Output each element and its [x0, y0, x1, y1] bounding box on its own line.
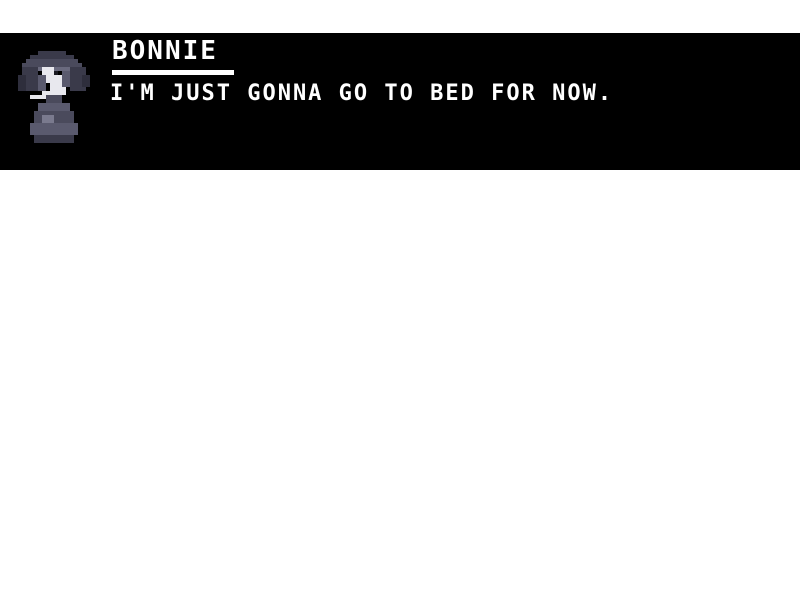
game-screen: BONNIE I'M JUST GONNA GO TO BED FOR NOW.	[0, 0, 800, 600]
speaker-name: BONNIE	[112, 36, 218, 66]
dialog-text: I'M JUST GONNA GO TO BED FOR NOW.	[110, 81, 614, 106]
dialog-box[interactable]: BONNIE I'M JUST GONNA GO TO BED FOR NOW.	[0, 33, 800, 170]
name-underline	[112, 70, 234, 75]
bonnie-portrait-icon	[18, 51, 90, 151]
